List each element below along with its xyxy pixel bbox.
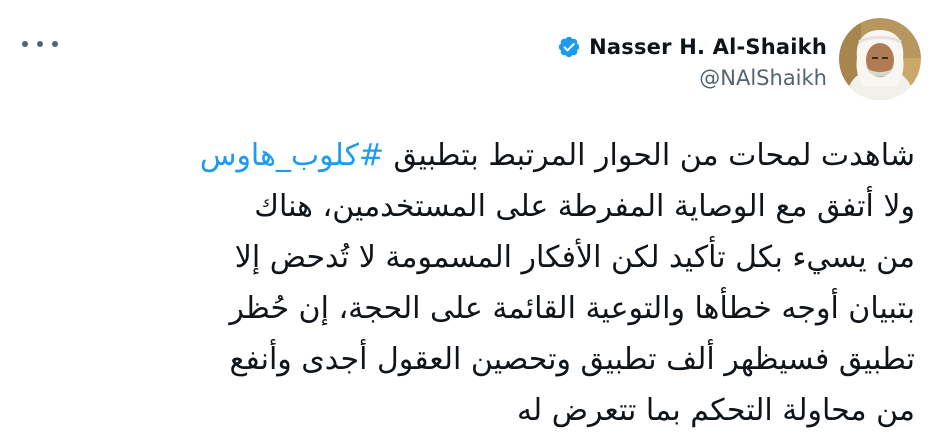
more-options-button[interactable] <box>22 30 58 58</box>
author-name-row: Nasser H. Al-Shaikh <box>557 32 827 62</box>
author-display-name[interactable]: Nasser H. Al-Shaikh <box>589 35 827 59</box>
tweet-card: Nasser H. Al-Shaikh @NAlShaikh شاهدت لمح… <box>0 0 937 441</box>
more-dot <box>22 41 28 47</box>
author-info: Nasser H. Al-Shaikh @NAlShaikh <box>557 32 827 90</box>
tweet-body: شاهدت لمحات من الحوار المرتبط بتطبيق #كل… <box>20 130 915 436</box>
hashtag-link[interactable]: #كلوب_هاوس <box>200 138 384 173</box>
tweet-line: من محاولة التحكم بما تتعرض له <box>516 393 915 428</box>
tweet-line: من يسيء بكل تأكيد لكن الأفكار المسمومة ل… <box>234 240 915 275</box>
tweet-line: بتبيان أوجه خطأها والتوعية القائمة على ا… <box>229 291 915 326</box>
author-avatar[interactable] <box>839 18 921 100</box>
profile-photo-icon <box>839 18 921 100</box>
author-handle[interactable]: @NAlShaikh <box>699 66 827 90</box>
tweet-header: Nasser H. Al-Shaikh @NAlShaikh <box>557 18 921 110</box>
tweet-line: ولا أتفق مع الوصاية المفرطة على المستخدم… <box>254 189 915 224</box>
more-dot <box>52 41 58 47</box>
tweet-line: تطبيق فسيظهر ألف تطبيق وتحصين العقول أجد… <box>229 342 915 377</box>
more-dot <box>37 41 43 47</box>
tweet-line: شاهدت لمحات من الحوار المرتبط بتطبيق #كل… <box>20 130 915 181</box>
verified-badge-icon <box>558 36 580 58</box>
tweet-text-segment: شاهدت لمحات من الحوار المرتبط بتطبيق <box>384 138 915 173</box>
